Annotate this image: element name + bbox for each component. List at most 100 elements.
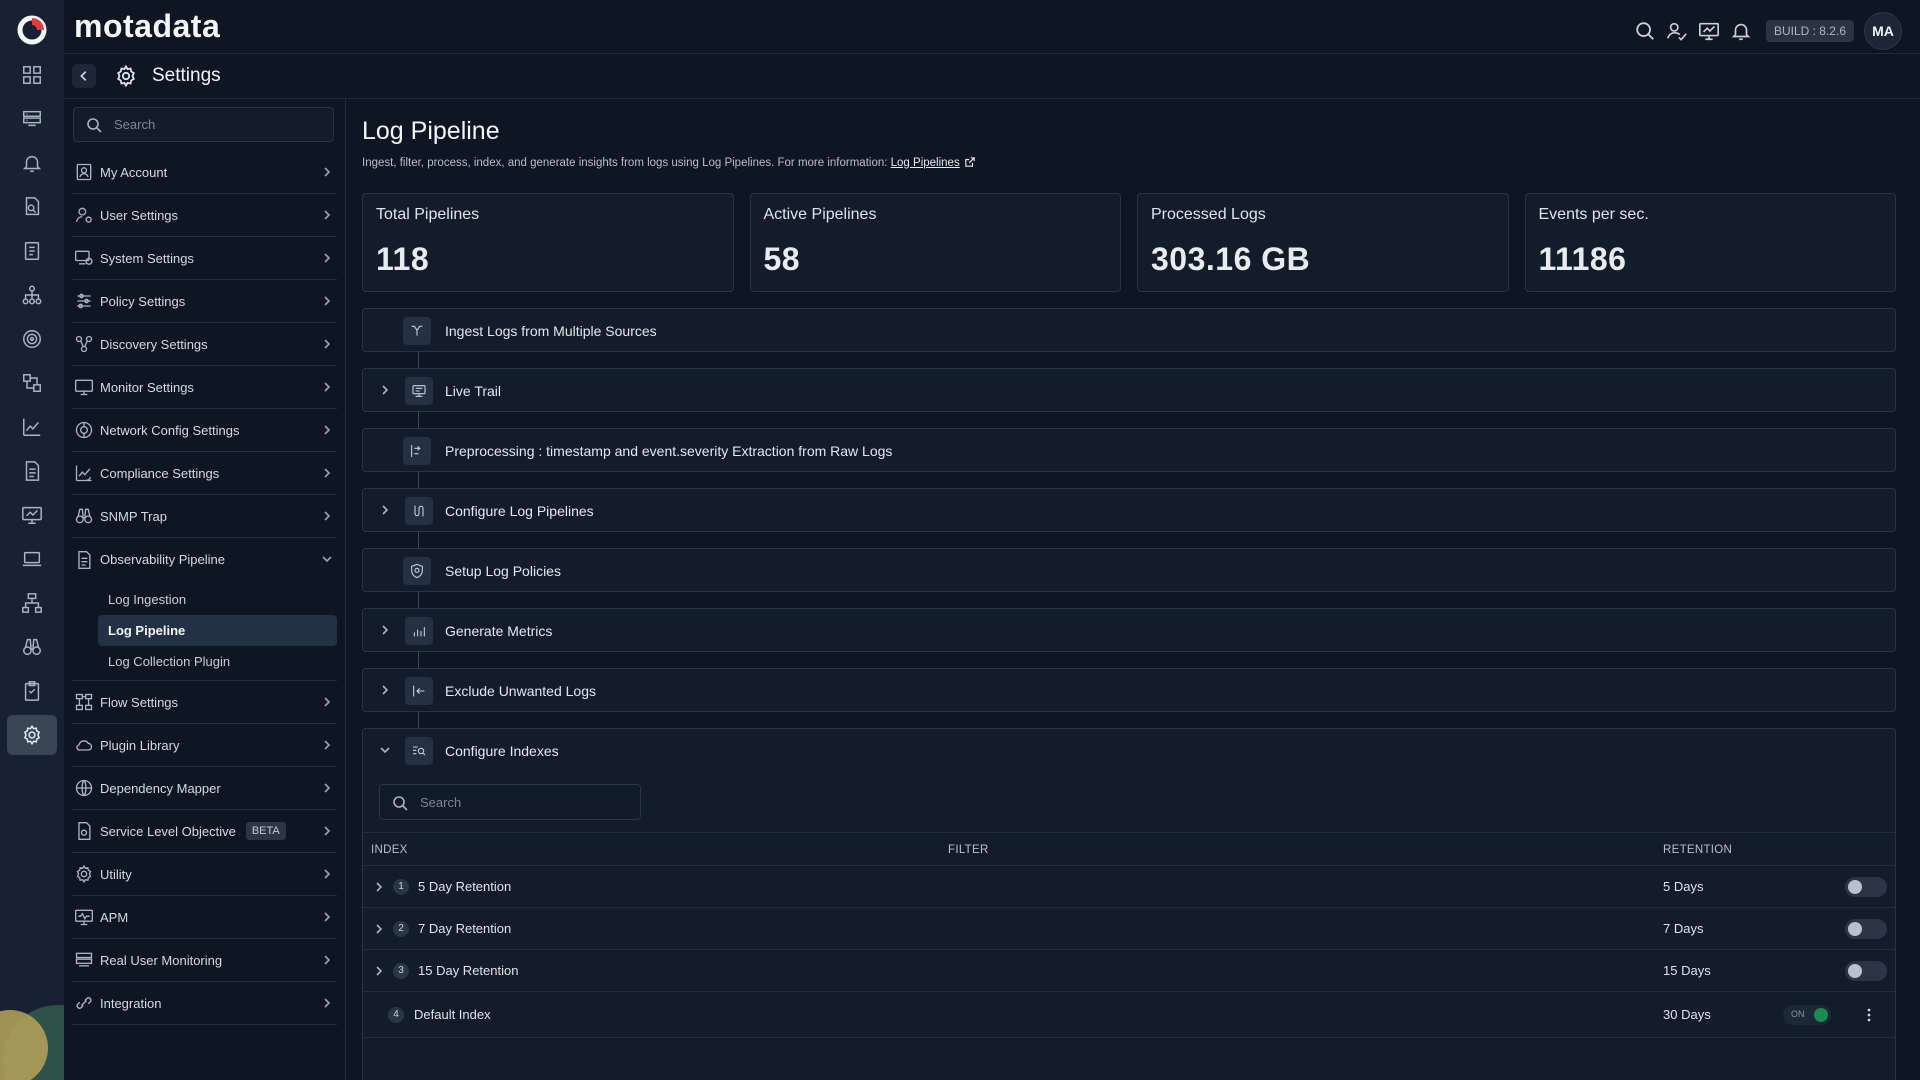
file-search-icon[interactable] <box>7 187 57 227</box>
pipeline-step-label: Preprocessing : timestamp and event.seve… <box>445 443 893 459</box>
search-icon[interactable] <box>1634 20 1656 42</box>
sidebar-item-my-account[interactable]: My Account <box>72 151 337 194</box>
chevron-right-icon[interactable] <box>379 684 392 697</box>
globe-icon <box>74 778 94 798</box>
motadata-logo-icon[interactable] <box>16 14 48 46</box>
external-link-icon <box>965 157 975 167</box>
sidebar-item-integration[interactable]: Integration <box>72 982 337 1025</box>
icon-rail <box>0 0 64 1080</box>
sidebar-item-utility[interactable]: Utility <box>72 853 337 896</box>
topology-icon[interactable] <box>7 275 57 315</box>
chevron-right-icon[interactable] <box>373 881 385 893</box>
clipboard-icon[interactable] <box>7 671 57 711</box>
sidebar-item-observability-pipeline[interactable]: Observability Pipeline <box>72 538 337 581</box>
binoculars-icon[interactable] <box>7 627 57 667</box>
monitor-chart-icon[interactable] <box>7 495 57 535</box>
server-list-icon[interactable] <box>7 99 57 139</box>
sidebar-item-snmp-trap[interactable]: SNMP Trap <box>72 495 337 538</box>
hierarchy-icon[interactable] <box>7 583 57 623</box>
chevron-right-icon[interactable] <box>373 923 385 935</box>
user-check-icon[interactable] <box>1666 20 1688 42</box>
table-row[interactable]: 2 7 Day Retention 7 Days <box>363 908 1895 950</box>
index-name: 7 Day Retention <box>418 921 512 936</box>
pipeline-step-label: Generate Metrics <box>445 623 553 639</box>
more-options-icon[interactable] <box>1861 1007 1877 1023</box>
chart-icon[interactable] <box>7 407 57 447</box>
pipeline-step[interactable]: Configure Log Pipelines <box>362 488 1896 548</box>
laptop-icon[interactable] <box>7 539 57 579</box>
sidebar-item-user-settings[interactable]: User Settings <box>72 194 337 237</box>
sidebar-item-monitor-settings[interactable]: Monitor Settings <box>72 366 337 409</box>
sidebar-item-system-settings[interactable]: System Settings <box>72 237 337 280</box>
back-button[interactable] <box>72 64 96 88</box>
pipeline-step[interactable]: Setup Log Policies <box>362 548 1896 608</box>
table-row[interactable]: 4 Default Index 30 Days ON <box>363 992 1895 1038</box>
decorative-circles <box>0 1005 64 1080</box>
discovery-radar-icon[interactable] <box>7 319 57 359</box>
index-toggle[interactable]: ON <box>1783 1005 1831 1025</box>
chevron-right-icon[interactable] <box>379 384 392 397</box>
apps-grid-icon[interactable] <box>7 55 57 95</box>
pipeline-step[interactable]: Live Trail <box>362 368 1896 428</box>
utility-gear-icon <box>74 864 94 884</box>
pipeline-step-label: Ingest Logs from Multiple Sources <box>445 323 657 339</box>
sidebar-item-dependency-mapper[interactable]: Dependency Mapper <box>72 767 337 810</box>
rail-nav <box>7 55 57 759</box>
step-connector <box>418 471 419 488</box>
table-row[interactable]: 3 15 Day Retention 15 Days <box>363 950 1895 992</box>
pipeline-icon <box>405 497 433 525</box>
pipeline-step[interactable]: Exclude Unwanted Logs <box>362 668 1896 728</box>
document-icon[interactable] <box>7 451 57 491</box>
chevron-right-icon[interactable] <box>379 624 392 637</box>
pipeline-step[interactable]: Preprocessing : timestamp and event.seve… <box>362 428 1896 488</box>
toggle-knob <box>1814 1008 1828 1022</box>
index-search-input[interactable] <box>420 785 630 819</box>
sidebar-item-plugin-library[interactable]: Plugin Library <box>72 724 337 767</box>
table-header: INDEX FILTER RETENTION <box>363 832 1895 866</box>
retention-value: 30 Days <box>1663 1007 1711 1022</box>
docs-link[interactable]: Log Pipelines <box>891 157 960 169</box>
bell-icon[interactable] <box>7 143 57 183</box>
sidebar-item-network-config-settings[interactable]: Network Config Settings <box>72 409 337 452</box>
chevron-right-icon <box>321 954 333 966</box>
configure-indexes-header[interactable]: Configure Indexes <box>363 729 1895 773</box>
sidebar-item-service-level-objective[interactable]: Service Level Objective BETA <box>72 810 337 853</box>
monitor-chart-icon[interactable] <box>1698 20 1720 42</box>
monitor-icon <box>74 377 94 397</box>
index-toggle[interactable] <box>1845 961 1887 981</box>
page-title: Log Pipeline <box>362 117 500 145</box>
index-name: Default Index <box>414 1007 491 1022</box>
apm-icon <box>74 907 94 927</box>
table-row[interactable]: 1 5 Day Retention 5 Days <box>363 866 1895 908</box>
sidebar-item-compliance-settings[interactable]: Compliance Settings <box>72 452 337 495</box>
sidebar-subitem-log-ingestion[interactable]: Log Ingestion <box>98 584 337 615</box>
index-toggle[interactable] <box>1845 919 1887 939</box>
chevron-down-icon[interactable] <box>379 744 392 757</box>
index-toggle[interactable] <box>1845 877 1887 897</box>
chevron-right-icon <box>321 510 333 522</box>
settings-gear-icon[interactable] <box>7 715 57 755</box>
sidebar-subitem-log-pipeline[interactable]: Log Pipeline <box>98 615 337 646</box>
network-map-icon[interactable] <box>7 363 57 403</box>
sidebar-item-policy-settings[interactable]: Policy Settings <box>72 280 337 323</box>
chevron-right-icon[interactable] <box>379 504 392 517</box>
sidebar-search-input[interactable] <box>114 108 324 141</box>
chevron-right-icon <box>321 467 333 479</box>
chevron-right-icon[interactable] <box>373 965 385 977</box>
pipeline-step[interactable]: Ingest Logs from Multiple Sources <box>362 308 1896 368</box>
stat-card: Processed Logs 303.16 GB <box>1137 193 1509 292</box>
sidebar-item-discovery-settings[interactable]: Discovery Settings <box>72 323 337 366</box>
shield-icon <box>403 557 431 585</box>
sidebar-item-apm[interactable]: APM <box>72 896 337 939</box>
sidebar-subitem-log-collection-plugin[interactable]: Log Collection Plugin <box>98 646 337 677</box>
pipeline-step[interactable]: Generate Metrics <box>362 608 1896 668</box>
sidebar-item-real-user-monitoring[interactable]: Real User Monitoring <box>72 939 337 982</box>
network-config-icon <box>74 420 94 440</box>
sidebar-item-flow-settings[interactable]: Flow Settings <box>72 681 337 724</box>
pipeline-step-label: Exclude Unwanted Logs <box>445 683 596 699</box>
report-icon[interactable] <box>7 231 57 271</box>
bell-icon[interactable] <box>1730 20 1752 42</box>
sidebar-item-label: Flow Settings <box>100 694 179 710</box>
sidebar-item-label: Compliance Settings <box>100 465 220 481</box>
avatar[interactable]: MA <box>1864 12 1902 50</box>
